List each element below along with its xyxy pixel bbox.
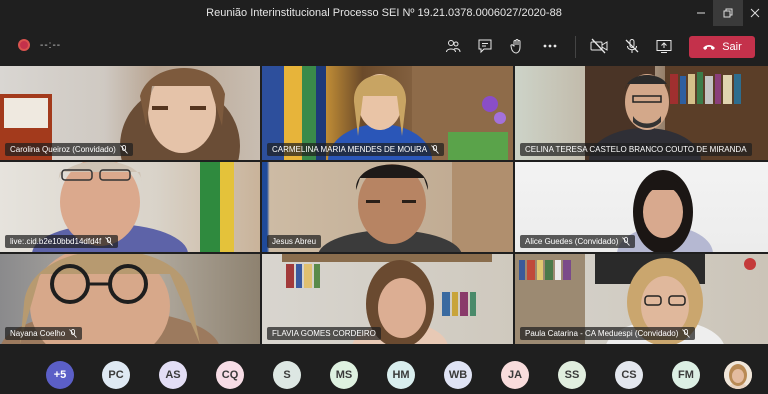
video-tile[interactable]: Carolina Queiroz (Convidado) [0, 66, 260, 160]
participant-name: Alice Guedes (Convidado) [525, 237, 619, 246]
chat-icon [478, 39, 492, 54]
mic-off-icon [625, 39, 639, 53]
participant-avatar[interactable]: FM [672, 361, 700, 389]
people-icon [446, 40, 461, 53]
participant-avatar[interactable]: AS [159, 361, 187, 389]
share-icon [656, 40, 672, 53]
video-tile[interactable]: Alice Guedes (Convidado) [515, 162, 768, 252]
mic-off-icon [622, 237, 631, 246]
participant-avatar[interactable]: S [273, 361, 301, 389]
chat-button[interactable] [473, 34, 497, 58]
participant-name-tag: CELINA TERESA CASTELO BRANCO COUTO DE MI… [520, 143, 752, 156]
meeting-timer: --:-- [40, 40, 62, 51]
restore-icon [723, 8, 733, 18]
participant-name-tag: CARMELINA MARIA MENDES DE MOURA [267, 143, 445, 156]
leave-button[interactable]: Sair [689, 36, 755, 58]
participant-avatar[interactable]: HM [387, 361, 415, 389]
participant-name: Carolina Queiroz (Convidado) [10, 145, 116, 154]
maximize-button[interactable] [713, 0, 743, 26]
mic-toggle-button[interactable] [620, 34, 644, 58]
participant-avatar[interactable]: WB [444, 361, 472, 389]
video-tile[interactable]: live:.cid.b2e10bbd14dfd4f [0, 162, 260, 252]
more-icon [543, 44, 557, 48]
minimize-button[interactable] [686, 0, 716, 26]
mic-off-icon [120, 145, 128, 154]
meeting-toolbar: --:-- Sair [0, 26, 768, 66]
mic-off-icon [69, 329, 77, 338]
participant-name-tag: Alice Guedes (Convidado) [520, 235, 636, 248]
more-actions-button[interactable] [538, 34, 562, 58]
more-participants-button[interactable]: +5 [46, 361, 74, 389]
participant-name: Nayana Coelho [10, 329, 66, 338]
video-grid: Carolina Queiroz (Convidado) CARMELINA M… [0, 66, 768, 344]
participant-avatar[interactable]: SS [558, 361, 586, 389]
camera-toggle-button[interactable] [587, 34, 611, 58]
mic-off-icon [105, 237, 113, 246]
hand-icon [510, 39, 521, 54]
participant-name: Paula Catarina - CA Meduespi (Convidado) [525, 329, 679, 338]
participant-name-tag: FLAVIA GOMES CORDEIRO [267, 327, 381, 340]
mic-off-icon [431, 145, 439, 154]
video-tile[interactable]: CELINA TERESA CASTELO BRANCO COUTO DE MI… [515, 66, 768, 160]
hang-up-icon [703, 45, 716, 50]
title-bar: Reunião Interinstitucional Processo SEI … [0, 0, 768, 26]
participant-avatar[interactable]: JA [501, 361, 529, 389]
participant-name: live:.cid.b2e10bbd14dfd4f [10, 237, 102, 246]
mic-off-icon [682, 329, 691, 338]
video-tile[interactable]: Paula Catarina - CA Meduespi (Convidado) [515, 254, 768, 344]
participant-avatar[interactable]: PC [102, 361, 130, 389]
participant-name-tag: Nayana Coelho [5, 327, 83, 340]
participant-avatar[interactable]: CQ [216, 361, 244, 389]
raise-hand-button[interactable] [505, 34, 529, 58]
participant-name-tag: Paula Catarina - CA Meduespi (Convidado) [520, 327, 696, 340]
window-title: Reunião Interinstitucional Processo SEI … [206, 7, 562, 19]
participant-name-tag: Jesus Abreu [267, 235, 322, 248]
participant-name: Jesus Abreu [272, 237, 317, 246]
participants-button[interactable] [441, 34, 465, 58]
share-screen-button[interactable] [652, 34, 676, 58]
participant-name-tag: live:.cid.b2e10bbd14dfd4f [5, 235, 119, 248]
participant-strip: +5 PC AS CQ S MS HM WB JA SS CS FM [0, 356, 768, 394]
leave-label: Sair [722, 41, 742, 53]
avatar-photo [724, 361, 752, 389]
participant-name: FLAVIA GOMES CORDEIRO [272, 329, 376, 338]
close-icon [750, 8, 760, 18]
participant-avatar[interactable]: MS [330, 361, 358, 389]
video-tile[interactable]: Jesus Abreu [262, 162, 513, 252]
camera-off-icon [590, 38, 608, 54]
participant-name: CELINA TERESA CASTELO BRANCO COUTO DE MI… [525, 145, 747, 154]
participant-name-tag: Carolina Queiroz (Convidado) [5, 143, 133, 156]
toolbar-divider [575, 36, 576, 58]
minimize-icon [697, 12, 705, 14]
participant-avatar[interactable]: CS [615, 361, 643, 389]
self-avatar[interactable] [724, 361, 752, 389]
video-tile[interactable]: CARMELINA MARIA MENDES DE MOURA [262, 66, 513, 160]
video-tile[interactable]: Nayana Coelho [0, 254, 260, 344]
participant-name: CARMELINA MARIA MENDES DE MOURA [272, 145, 428, 154]
recording-indicator-icon [18, 39, 30, 51]
video-tile[interactable]: FLAVIA GOMES CORDEIRO [262, 254, 513, 344]
close-button[interactable] [740, 0, 768, 26]
